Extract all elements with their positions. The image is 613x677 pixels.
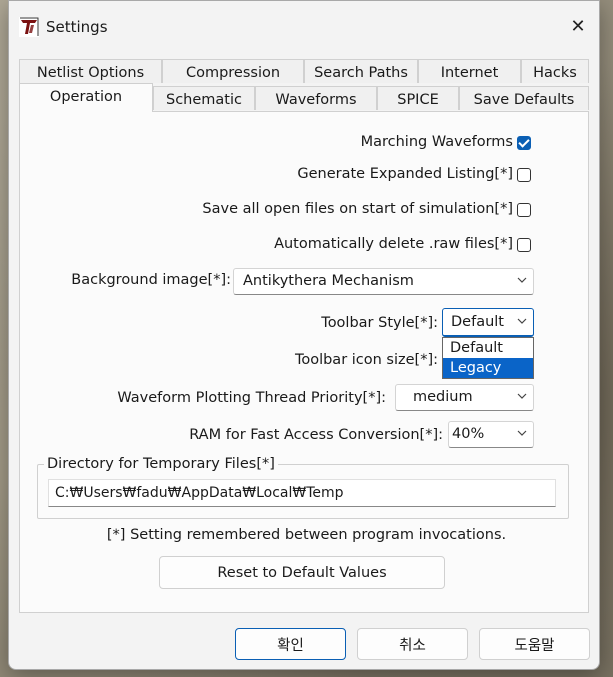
chevron-down-icon [517,393,527,399]
temp-dir-input[interactable] [48,479,556,507]
window-title: Settings [46,18,108,36]
tab-compression[interactable]: Compression [162,59,304,83]
close-button[interactable]: ✕ [563,11,593,43]
toolbar-style-dropdown: Default Legacy [442,337,534,379]
tab-operation[interactable]: Operation [19,83,153,112]
generate-expanded-listing-label: Generate Expanded Listing[*] [297,166,513,182]
close-icon: ✕ [570,16,586,37]
chevron-down-icon [517,277,527,283]
auto-delete-raw-label: Automatically delete .raw files[*] [274,236,513,252]
toolbar-style-value: Default [451,314,504,330]
save-open-files-label: Save all open files on start of simulati… [202,201,513,217]
tab-waveforms[interactable]: Waveforms [255,86,377,110]
tab-internet[interactable]: Internet [418,59,521,83]
toolbar-style-option-legacy[interactable]: Legacy [443,358,533,378]
ram-fast-access-label: RAM for Fast Access Conversion[*]: [189,427,443,443]
waveform-priority-select[interactable]: medium [395,384,534,411]
marching-waveforms-label: Marching Waveforms [360,134,513,150]
waveform-priority-value: medium [413,389,473,405]
ram-fast-access-value: 40% [452,426,485,442]
temp-dir-group-title: Directory for Temporary Files[*] [44,456,278,472]
tab-hacks[interactable]: Hacks [521,59,589,83]
background-image-select[interactable]: Antikythera Mechanism [233,268,534,295]
tab-strip: Netlist Options Compression Search Paths… [19,59,589,112]
auto-delete-raw-checkbox[interactable] [517,238,531,252]
save-open-files-checkbox[interactable] [517,203,531,217]
tab-search-paths[interactable]: Search Paths [304,59,418,83]
toolbar-style-option-default[interactable]: Default [443,338,533,358]
help-button[interactable]: 도움말 [479,628,590,660]
background-image-value: Antikythera Mechanism [243,273,414,289]
background-image-label: Background image[*]: [71,272,231,288]
toolbar-style-select[interactable]: Default [442,308,534,337]
chevron-down-icon [517,430,527,436]
ltspice-logo-icon [19,17,39,37]
toolbar-style-label: Toolbar Style[*]: [321,315,438,331]
remembered-settings-note: [*] Setting remembered between program i… [106,527,507,543]
chevron-down-icon [517,318,527,324]
tab-schematic[interactable]: Schematic [153,86,255,110]
waveform-priority-label: Waveform Plotting Thread Priority[*]: [117,390,386,406]
toolbar-icon-size-label: Toolbar icon size[*]: [294,352,438,368]
ram-fast-access-select[interactable]: 40% [448,421,534,448]
tab-netlist-options[interactable]: Netlist Options [19,59,162,83]
reset-defaults-button[interactable]: Reset to Default Values [159,556,445,589]
tab-spice[interactable]: SPICE [377,86,459,110]
tab-save-defaults[interactable]: Save Defaults [459,86,589,110]
title-bar[interactable]: Settings ✕ [9,1,599,53]
ok-button[interactable]: 확인 [235,628,346,660]
generate-expanded-listing-checkbox[interactable] [517,168,531,182]
marching-waveforms-checkbox[interactable] [517,136,531,150]
cancel-button[interactable]: 취소 [357,628,468,660]
